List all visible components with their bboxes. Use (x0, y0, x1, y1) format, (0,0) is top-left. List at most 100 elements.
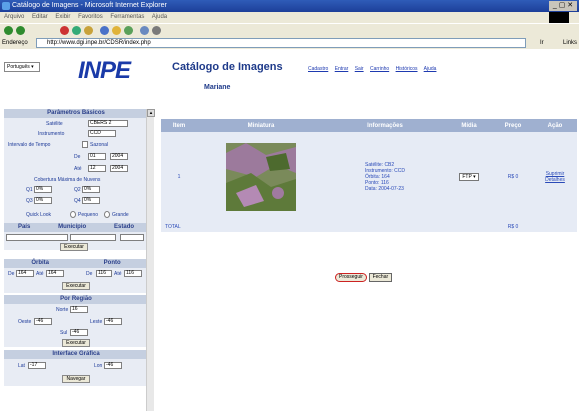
go-button[interactable]: Ir (540, 37, 544, 49)
item-number: 1 (161, 132, 197, 222)
nav-ajuda[interactable]: Ajuda (424, 66, 437, 72)
media-cell: FTP ▾ (445, 132, 493, 222)
search-icon[interactable] (100, 26, 109, 35)
total-empty-1 (197, 222, 325, 232)
close-button[interactable]: Fechar (368, 273, 393, 282)
nav-historicos[interactable]: Históricos (396, 66, 418, 72)
from-month-input[interactable]: 01 (88, 153, 106, 160)
forward-icon[interactable] (16, 26, 25, 35)
north-label: Norte (56, 307, 69, 313)
back-icon[interactable] (4, 26, 13, 35)
details-link[interactable]: Detalhes (533, 177, 577, 183)
west-label: Oeste (18, 319, 32, 325)
from-year-input[interactable]: 2004 (110, 153, 128, 160)
point-to-input[interactable]: 116 (124, 270, 142, 277)
info-cell: Satélite: CB2 Instrumento: CCD Órbita: 1… (325, 132, 445, 222)
menu-ajuda[interactable]: Ajuda (152, 14, 167, 20)
menu-bar: Arquivo Editar Exibir Favoritos Ferramen… (0, 12, 579, 23)
lon-input[interactable]: -46 (104, 362, 122, 369)
basic-params-panel: Parâmetros Básicos Satélite CBERS 2 Inst… (4, 109, 148, 251)
ie-icon (2, 2, 10, 10)
orbit-header-label: Órbita (31, 260, 49, 266)
menu-arquivo[interactable]: Arquivo (4, 14, 24, 20)
address-input[interactable]: http://www.dgi.inpe.br/CDSR/index.php (36, 38, 526, 48)
navigate-button[interactable]: Navegar (62, 375, 90, 383)
city-input[interactable] (70, 234, 116, 241)
address-bar: Endereço http://www.dgi.inpe.br/CDSR/ind… (0, 37, 579, 49)
north-input[interactable]: 16 (70, 306, 88, 313)
language-select[interactable]: Português ▾ (4, 62, 40, 72)
total-label: TOTAL (161, 222, 197, 232)
window-title: Catálogo de Imagens - Microsoft Internet… (12, 2, 167, 9)
region-run-button[interactable]: Executar (62, 339, 90, 347)
address-label: Endereço (2, 40, 28, 46)
left-frame-scrollbar[interactable]: ▴ (146, 109, 155, 411)
city-header: Município (58, 224, 87, 230)
stop-icon[interactable] (60, 26, 69, 35)
from-label: De (74, 154, 81, 160)
lat-input[interactable]: -17 (28, 362, 46, 369)
q2-select[interactable]: 0% (82, 186, 100, 193)
q4-select[interactable]: 0% (82, 197, 100, 204)
info-date: Data: 2004-07-23 (364, 186, 404, 192)
language-value: Português (7, 64, 30, 70)
west-input[interactable]: -46 (34, 318, 52, 325)
to-label: Até (74, 166, 82, 172)
east-input[interactable]: -46 (104, 318, 122, 325)
cart-table: Item Miniatura Informações Mídia Preço A… (161, 119, 577, 232)
refresh-icon[interactable] (72, 26, 81, 35)
left-column: Português ▾ INPE Parâmetros Básicos Saté… (0, 49, 150, 411)
nav-carrinho[interactable]: Carrinho (370, 66, 389, 72)
graphic-header: Interface Gráfica (4, 350, 148, 359)
interval-label: Intervalo de Tempo (8, 142, 51, 148)
home-icon[interactable] (84, 26, 93, 35)
point-from-input[interactable]: 116 (96, 270, 112, 277)
media-select[interactable]: FTP ▾ (459, 173, 479, 181)
large-radio[interactable] (104, 211, 110, 218)
satellite-select[interactable]: CBERS 2 (88, 120, 128, 127)
favorites-icon[interactable] (112, 26, 121, 35)
col-media: Mídia (445, 119, 493, 132)
instrument-select[interactable]: CCD (88, 130, 116, 137)
orbit-run-button[interactable]: Executar (62, 282, 90, 290)
satellite-thumbnail[interactable] (226, 143, 296, 211)
media-value: FTP (462, 174, 472, 180)
menu-ferramentas[interactable]: Ferramentas (110, 14, 144, 20)
small-radio[interactable] (70, 211, 76, 218)
q3-select[interactable]: 0% (34, 197, 52, 204)
total-row: TOTAL R$ 0 (161, 222, 577, 232)
window-controls[interactable]: _ ▢ ✕ (549, 1, 577, 11)
large-label: Grande (112, 212, 129, 218)
proceed-button[interactable]: Prosseguir (335, 273, 367, 282)
menu-exibir[interactable]: Exibir (55, 14, 70, 20)
mail-icon[interactable] (140, 26, 149, 35)
seasonal-checkbox[interactable] (82, 141, 88, 148)
toolbar (0, 23, 579, 37)
to-year-input[interactable]: 2004 (110, 165, 128, 172)
instrument-label: Instrumento (38, 131, 65, 137)
history-icon[interactable] (124, 26, 133, 35)
q1-select[interactable]: 0% (34, 186, 52, 193)
print-icon[interactable] (152, 26, 161, 35)
menu-favoritos[interactable]: Favoritos (78, 14, 103, 20)
nav-entrar[interactable]: Entrar (335, 66, 349, 72)
orbit-to-input[interactable]: 164 (46, 270, 64, 277)
country-select[interactable] (6, 234, 68, 241)
cloud-label: Cobertura Máxima de Nuvens (34, 177, 101, 183)
south-input[interactable]: -46 (70, 329, 88, 336)
total-empty-3 (445, 222, 493, 232)
orbit-from-input[interactable]: 164 (16, 270, 34, 277)
nav-sair[interactable]: Sair (355, 66, 364, 72)
lat-label: Lat (18, 363, 25, 369)
thumbnail-cell (197, 132, 325, 222)
region-panel: Por Região Norte 16 Oeste -46 Leste -46 … (4, 295, 148, 347)
east-label: Leste (90, 319, 103, 325)
place-run-button[interactable]: Executar (60, 243, 88, 251)
menu-editar[interactable]: Editar (32, 14, 48, 20)
links-button[interactable]: Links (563, 37, 577, 49)
lon-label: Lon (94, 363, 103, 369)
scroll-up-icon[interactable]: ▴ (147, 109, 155, 117)
to-month-input[interactable]: 12 (88, 165, 106, 172)
nav-cadastro[interactable]: Cadastro (308, 66, 328, 72)
state-select[interactable] (120, 234, 144, 241)
